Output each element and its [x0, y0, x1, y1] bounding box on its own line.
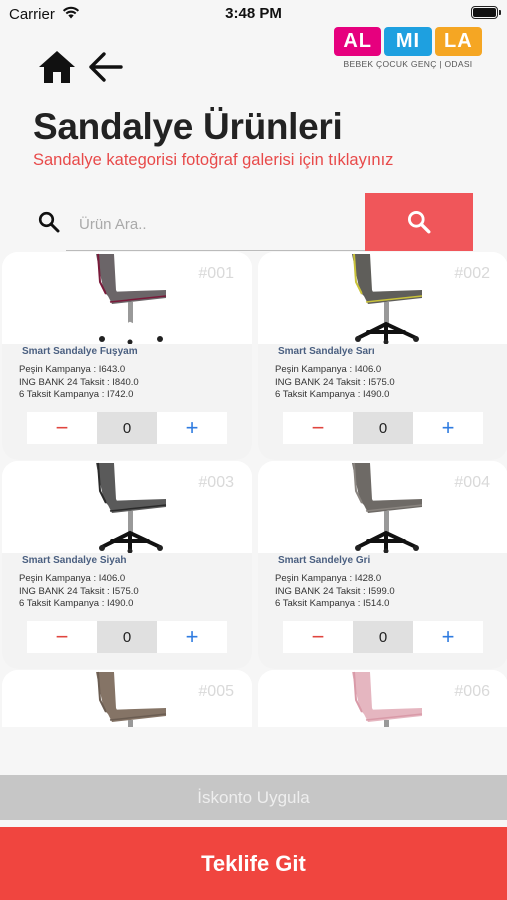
chair-image: [96, 253, 167, 344]
page-title: Sandalye Ürünleri: [33, 106, 343, 147]
battery-icon: [471, 6, 501, 19]
logo-block: MI: [384, 27, 432, 56]
home-icon[interactable]: [37, 49, 77, 85]
chair-image: [96, 671, 167, 727]
product-name: Smart Sandelye Gri: [278, 555, 371, 566]
product-card[interactable]: #002 Smart Sandalye Sarı Peşin Kampanya : …: [258, 252, 507, 460]
quantity-stepper: −0 +: [283, 412, 483, 444]
quantity-stepper: −0 +: [27, 412, 227, 444]
product-number: #001: [198, 265, 234, 282]
increment-button[interactable]: +: [157, 412, 227, 444]
decrement-button[interactable]: −: [27, 621, 97, 653]
product-price: Peşin Kampanya : I406.0: [19, 573, 126, 584]
product-price: 6 Taksit Kampanya : I742.0: [19, 389, 134, 400]
quantity-stepper: −0 +: [27, 621, 227, 653]
logo-tagline: BEBEK ÇOCUK GENÇ | ODASI: [343, 59, 473, 69]
brand-logo: AL MI LA BEBEK ÇOCUK GENÇ | ODASI: [334, 27, 482, 75]
product-price: ING BANK 24 Taksit : I840.0: [19, 376, 139, 388]
product-price: 6 Taksit Kampanya : I514.0: [275, 598, 390, 609]
chair-image: [352, 671, 423, 727]
quantity-value[interactable]: 0: [353, 412, 413, 444]
increment-button[interactable]: +: [157, 621, 227, 653]
product-price: Peşin Kampanya : I428.0: [275, 573, 382, 584]
gallery-link[interactable]: Sandalye kategorisi fotoğraf galerisi iç…: [33, 151, 393, 170]
search-underline: [66, 250, 372, 251]
quantity-value[interactable]: 0: [353, 621, 413, 653]
product-card[interactable]: #004 Smart Sandelye Gri Peşin Kampanya : I…: [258, 461, 507, 669]
product-name: Smart Sandalye Fuşyam: [22, 346, 138, 357]
product-number: #002: [454, 265, 490, 282]
logo-block: AL: [334, 27, 382, 56]
chair-image: [96, 462, 167, 553]
search-button[interactable]: [365, 193, 473, 251]
quantity-value[interactable]: 0: [97, 621, 157, 653]
product-number: #006: [454, 683, 490, 700]
product-price: 6 Taksit Kampanya : I490.0: [19, 598, 134, 609]
quantity-stepper: −0 +: [283, 621, 483, 653]
status-bar: Carrier 3:48 PM: [0, 0, 507, 28]
product-price: ING BANK 24 Taksit : I575.0: [19, 585, 139, 597]
decrement-button[interactable]: −: [27, 412, 97, 444]
product-name: Smart Sandalye Siyah: [22, 555, 127, 566]
increment-button[interactable]: +: [413, 621, 483, 653]
quantity-value[interactable]: 0: [97, 412, 157, 444]
search-icon: [38, 211, 60, 233]
product-card[interactable]: #006: [258, 670, 507, 727]
product-card[interactable]: #001 Smart Sandalye Fuşyam Peşin Kampanya …: [2, 252, 252, 460]
status-time: 3:48 PM: [225, 5, 282, 22]
product-number: #003: [198, 474, 234, 491]
product-price: 6 Taksit Kampanya : I490.0: [275, 389, 390, 400]
discount-button[interactable]: İskonto Uygula: [0, 775, 507, 820]
logo-block: LA: [434, 27, 482, 56]
product-price: ING BANK 24 Taksit : I575.0: [275, 376, 395, 388]
product-number: #005: [198, 683, 234, 700]
arrow-left-icon[interactable]: [88, 50, 124, 84]
product-name: Smart Sandalye Sarı: [278, 346, 375, 357]
product-price: Peşin Kampanya : I643.0: [19, 364, 126, 375]
product-card[interactable]: #005: [2, 670, 252, 727]
product-grid: #001 Smart Sandalye Fuşyam Peşin Kampanya …: [0, 252, 507, 727]
increment-button[interactable]: +: [413, 412, 483, 444]
chair-image: [352, 253, 423, 344]
offer-button[interactable]: Teklife Git: [0, 827, 507, 900]
decrement-button[interactable]: −: [283, 621, 353, 653]
product-number: #004: [454, 474, 490, 491]
product-card[interactable]: #003 Smart Sandalye Siyah Peşin Kampanya :…: [2, 461, 252, 669]
search-icon: [407, 210, 431, 234]
product-price: Peşin Kampanya : I406.0: [275, 364, 382, 375]
product-price: ING BANK 24 Taksit : I599.0: [275, 585, 395, 597]
search-input[interactable]: [79, 208, 362, 240]
chair-image: [352, 462, 423, 553]
decrement-button[interactable]: −: [283, 412, 353, 444]
